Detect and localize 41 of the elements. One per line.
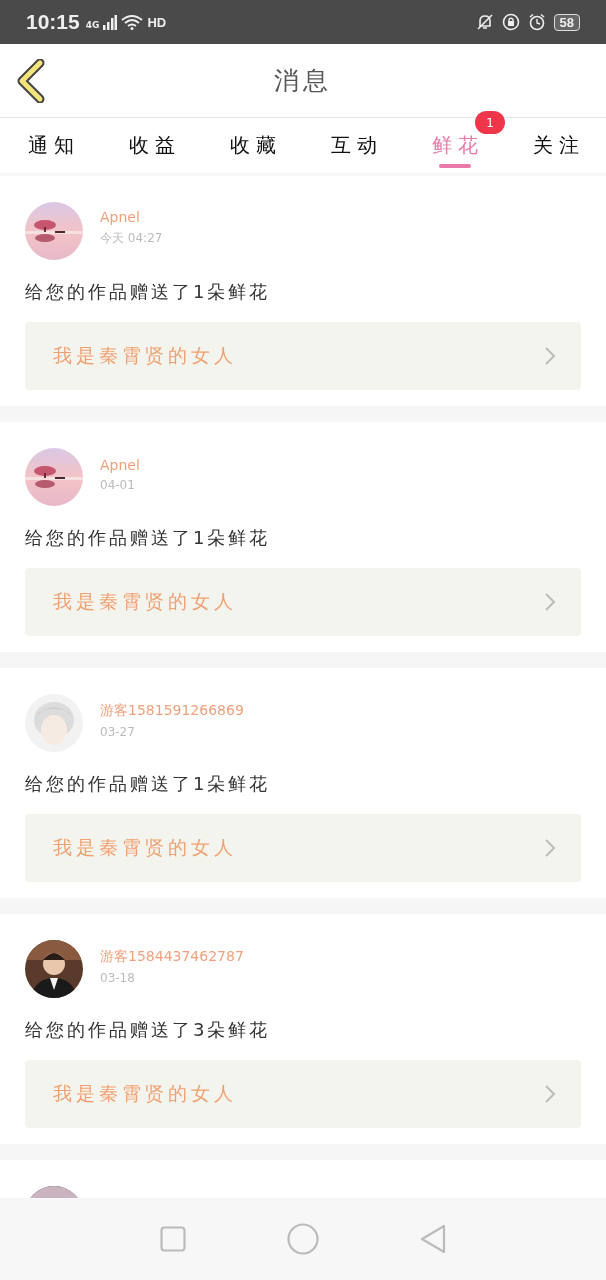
work-link[interactable]: 我是秦霄贤的女人 (25, 814, 581, 882)
clock-time: 10:15 (26, 10, 80, 34)
chevron-icon (544, 592, 556, 612)
tab[interactable]: 收藏 (223, 125, 282, 166)
tab[interactable]: 通知 (21, 125, 80, 166)
call-label: HD (147, 14, 167, 30)
user-name[interactable]: 游客1584437462787 (100, 947, 244, 966)
back-nav-icon[interactable] (419, 1224, 446, 1254)
user-name[interactable]: 游客1581591266869 (100, 701, 244, 720)
chevron-icon (544, 1084, 556, 1104)
home-icon[interactable] (287, 1223, 319, 1255)
tab-underline (438, 164, 471, 168)
chevron-icon (544, 346, 556, 366)
chevron-icon (544, 838, 556, 858)
work-link[interactable]: 我是秦霄贤的女人 (25, 1060, 581, 1128)
recents-icon[interactable] (160, 1226, 187, 1252)
work-link[interactable]: 我是秦霄贤的女人 (25, 568, 581, 636)
timestamp: 03-18 (100, 970, 136, 985)
message-text: 给您的作品赠送了3朵鲜花 (25, 1018, 272, 1042)
rotation-lock-icon (501, 13, 520, 31)
message-text: 给您的作品赠送了1朵鲜花 (25, 280, 272, 304)
network-label: 4G (85, 20, 100, 30)
wifi-icon (121, 14, 144, 30)
user-name[interactable]: Apnel (100, 456, 140, 473)
muted-bell-icon (475, 13, 494, 31)
tab[interactable]: 收益 (122, 125, 181, 166)
tab[interactable]: 关注 (526, 125, 585, 166)
timestamp: 04-01 (100, 477, 136, 492)
message-text: 给您的作品赠送了1朵鲜花 (25, 526, 272, 550)
timestamp: 03-27 (100, 724, 136, 739)
back-icon[interactable] (16, 58, 46, 103)
user-name[interactable]: Apnel (100, 209, 163, 225)
tab[interactable]: 互动 (324, 125, 383, 166)
count-badge: 1 (475, 111, 505, 134)
battery-icon: 58 (553, 13, 580, 31)
timestamp: 今天 04:27 (100, 230, 163, 247)
signal-icon (103, 14, 118, 30)
page-title: 消息 (274, 65, 332, 97)
work-link[interactable]: 我是秦霄贤的女人 (25, 322, 581, 390)
message-text: 给您的作品赠送了1朵鲜花 (25, 772, 272, 796)
alarm-icon (527, 13, 546, 31)
